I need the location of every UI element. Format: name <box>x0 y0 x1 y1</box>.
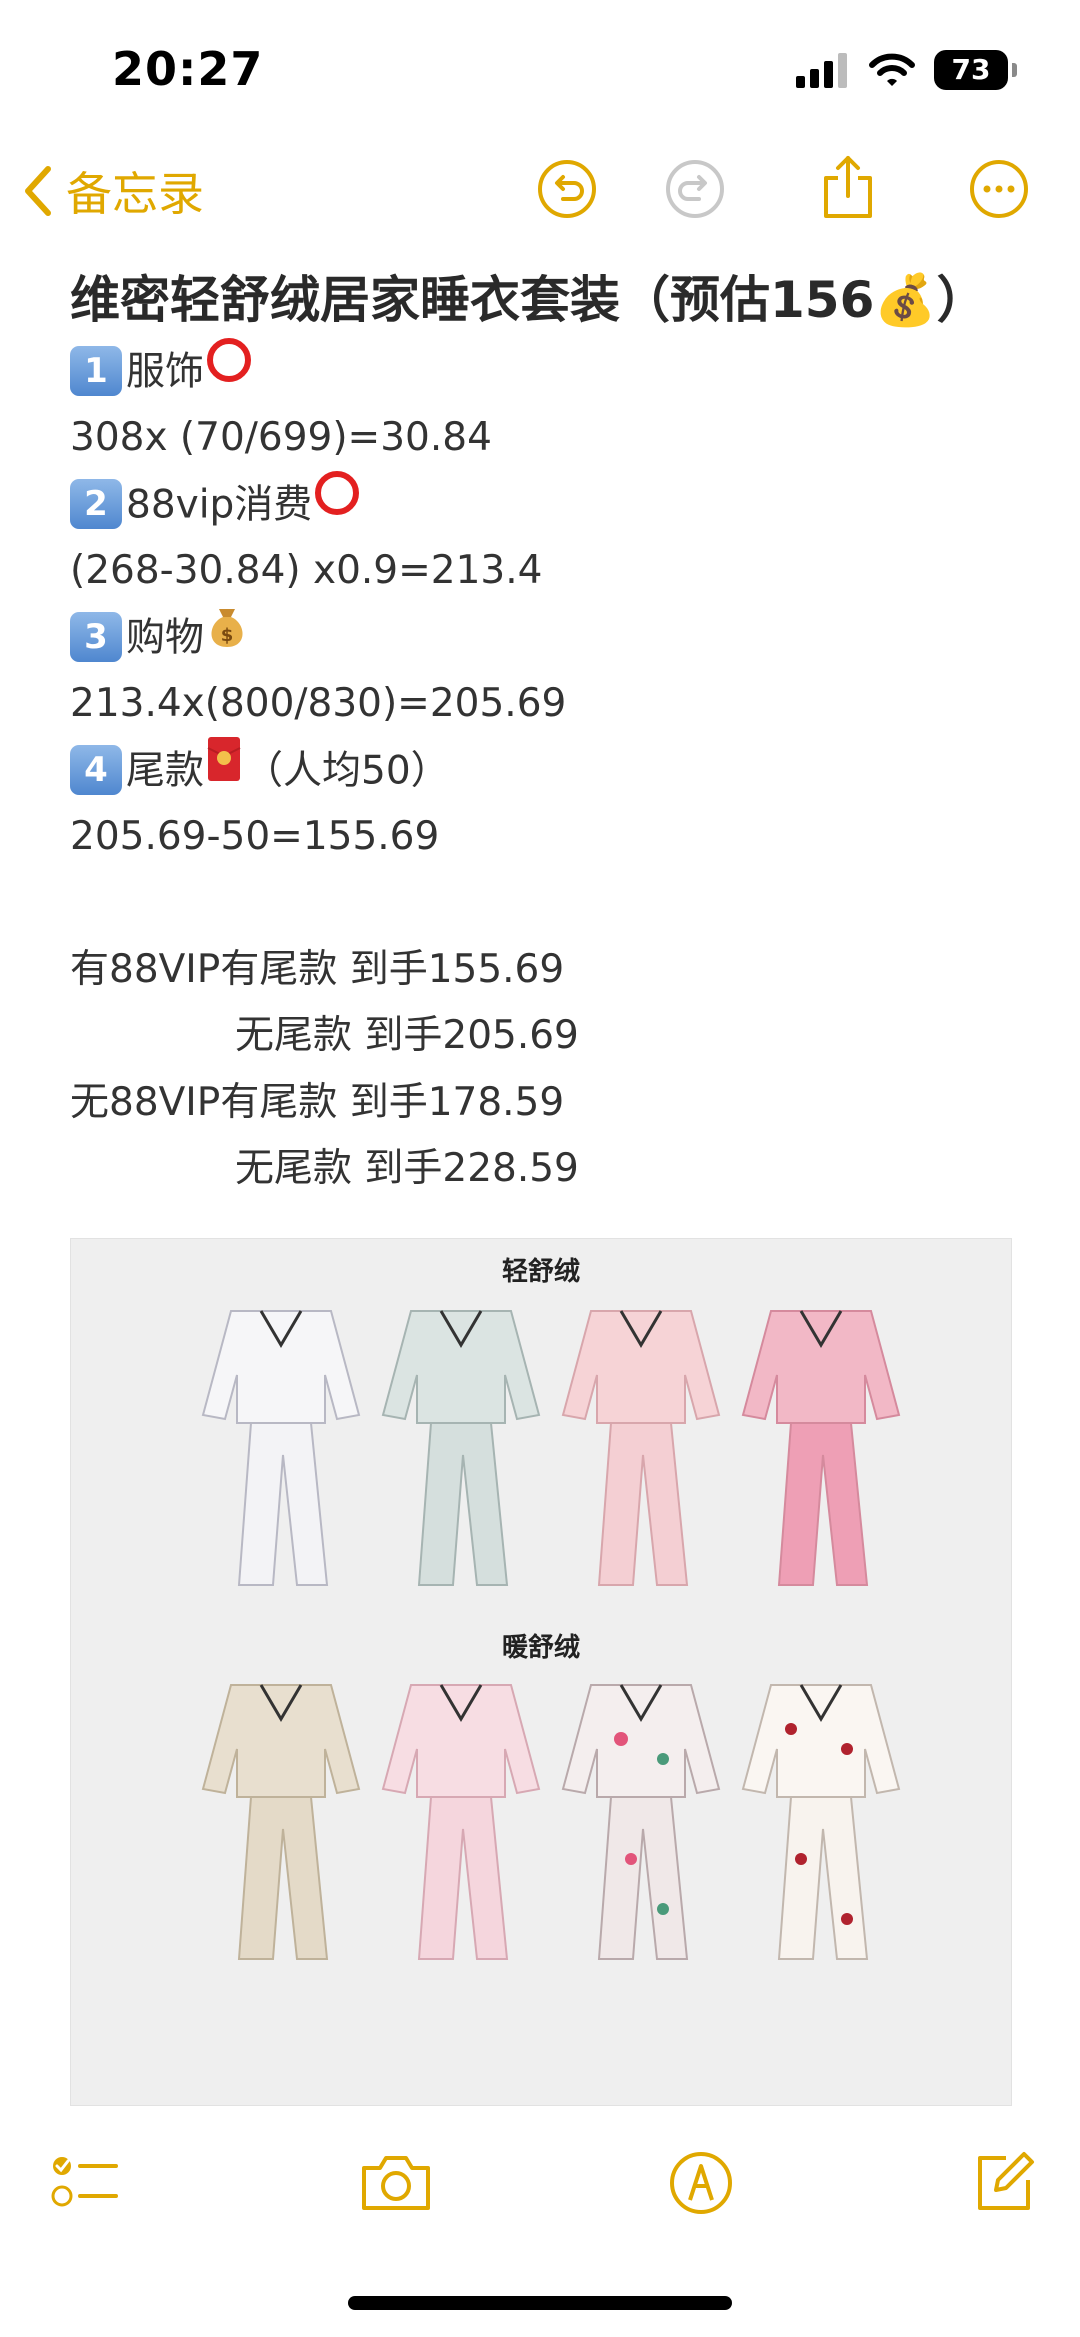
share-icon <box>824 156 872 218</box>
bottom-toolbar <box>0 2140 1080 2240</box>
keycap-4-icon: 4 <box>70 744 122 795</box>
step-3-label: 购物 <box>126 615 205 661</box>
redo-icon <box>666 160 724 218</box>
keycap-2-icon: 2 <box>70 478 122 529</box>
pajama-product-image[interactable]: 轻舒绒 暖舒绒 <box>70 1238 1012 2106</box>
section-label-warm: 暖舒绒 <box>501 1633 580 1663</box>
status-bar: 20:27 73 <box>0 0 1080 140</box>
step-4-formula: 205.69-50=155.69 <box>70 813 440 859</box>
step-3-formula: 213.4x(800/830)=205.69 <box>70 680 567 726</box>
pajama-pink-leopard-icon <box>741 1310 901 1586</box>
battery-indicator: 73 <box>934 50 1017 90</box>
more-icon <box>970 160 1028 218</box>
pajama-sage-icon <box>381 1310 541 1586</box>
step-1-label: 服饰 <box>126 349 205 395</box>
camera-button[interactable] <box>358 2150 434 2218</box>
home-indicator[interactable] <box>348 2296 732 2310</box>
step-4-line: 4 尾款 （人均50） <box>70 737 1020 804</box>
markup-icon <box>670 2152 732 2214</box>
note-body[interactable]: 维密轻舒绒居家睡衣套装（预估156💰） 1 服饰 308x (70/699)=30… <box>70 262 1020 1203</box>
more-button[interactable] <box>968 158 1030 224</box>
undo-icon <box>538 160 596 218</box>
step-1-formula: 308x (70/699)=30.84 <box>70 414 492 460</box>
signal-icon <box>796 53 847 88</box>
red-envelope-icon <box>204 734 244 806</box>
share-button[interactable] <box>820 154 876 224</box>
pajama-white-dots-icon <box>201 1310 361 1586</box>
undo-button[interactable] <box>536 158 598 224</box>
step-4-suffix: （人均50） <box>244 748 450 794</box>
redo-button[interactable] <box>664 158 726 224</box>
nav-bar: 备忘录 <box>0 150 1080 240</box>
step-3-line: 3 购物 $ <box>70 604 1020 671</box>
compose-button[interactable] <box>972 2150 1036 2218</box>
checklist-icon <box>51 2157 118 2207</box>
back-button-label: 备忘录 <box>66 167 204 221</box>
status-time: 20:27 <box>112 42 264 96</box>
pajama-beige-icon <box>201 1684 361 1960</box>
pajama-print-icon <box>561 1684 721 1960</box>
note-title: 维密轻舒绒居家睡衣套装（预估156💰） <box>70 271 987 329</box>
money-bag-icon: $ <box>204 601 250 673</box>
step-1-line: 1 服饰 <box>70 338 1020 405</box>
summary-line-3: 无88VIP有尾款 到手178.59 <box>70 1079 565 1125</box>
pajama-hearts-icon <box>741 1684 901 1960</box>
camera-icon <box>362 2156 430 2210</box>
step-2-label: 88vip消费 <box>126 482 313 528</box>
wifi-icon <box>869 53 915 86</box>
markup-button[interactable] <box>668 2150 734 2220</box>
chevron-left-icon <box>25 166 51 216</box>
step-2-formula: (268-30.84) x0.9=213.4 <box>70 547 543 593</box>
step-2-line: 2 88vip消费 <box>70 471 1020 538</box>
svg-text:$: $ <box>221 625 234 646</box>
red-circle-icon <box>312 468 362 540</box>
pajama-pink-stripe-icon <box>381 1684 541 1960</box>
keycap-1-icon: 1 <box>70 345 122 396</box>
status-icons: 73 <box>796 50 1017 90</box>
keycap-3-icon: 3 <box>70 611 122 662</box>
summary-line-2: 无尾款 到手205.69 <box>235 1013 579 1058</box>
compose-icon <box>978 2152 1034 2210</box>
pajama-pink-icon <box>561 1310 721 1586</box>
step-4-label: 尾款 <box>126 748 205 794</box>
red-circle-icon <box>204 335 254 407</box>
checklist-button[interactable] <box>50 2150 120 2218</box>
back-button[interactable]: 备忘录 <box>20 158 204 224</box>
summary-line-1: 有88VIP有尾款 到手155.69 <box>70 946 565 992</box>
notes-app-screen: 20:27 73 备忘录 维密轻舒绒居家睡衣套装（预估156💰） 1 服饰 30… <box>0 0 1080 2337</box>
summary-line-4: 无尾款 到手228.59 <box>235 1146 579 1191</box>
section-label-light: 轻舒绒 <box>501 1257 580 1287</box>
